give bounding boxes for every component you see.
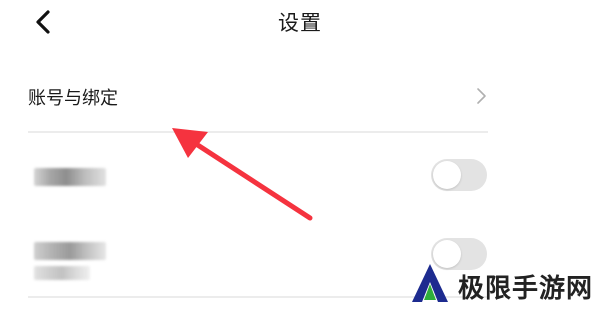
- redacted-label: [34, 168, 106, 186]
- toggle-switch[interactable]: [431, 159, 487, 191]
- settings-item-label: 账号与绑定: [28, 88, 118, 109]
- annotation-arrow-icon: [172, 128, 313, 221]
- watermark-text: 极限手游网: [458, 274, 594, 304]
- site-logo-icon: [412, 264, 448, 302]
- redacted-sublabel: [34, 266, 90, 280]
- header-bar: 设置: [0, 0, 600, 44]
- redacted-label: [34, 242, 106, 260]
- chevron-right-icon: [477, 88, 486, 104]
- watermark: 极限手游网: [406, 262, 596, 306]
- page-title: 设置: [278, 11, 322, 35]
- toggle-knob: [433, 161, 461, 189]
